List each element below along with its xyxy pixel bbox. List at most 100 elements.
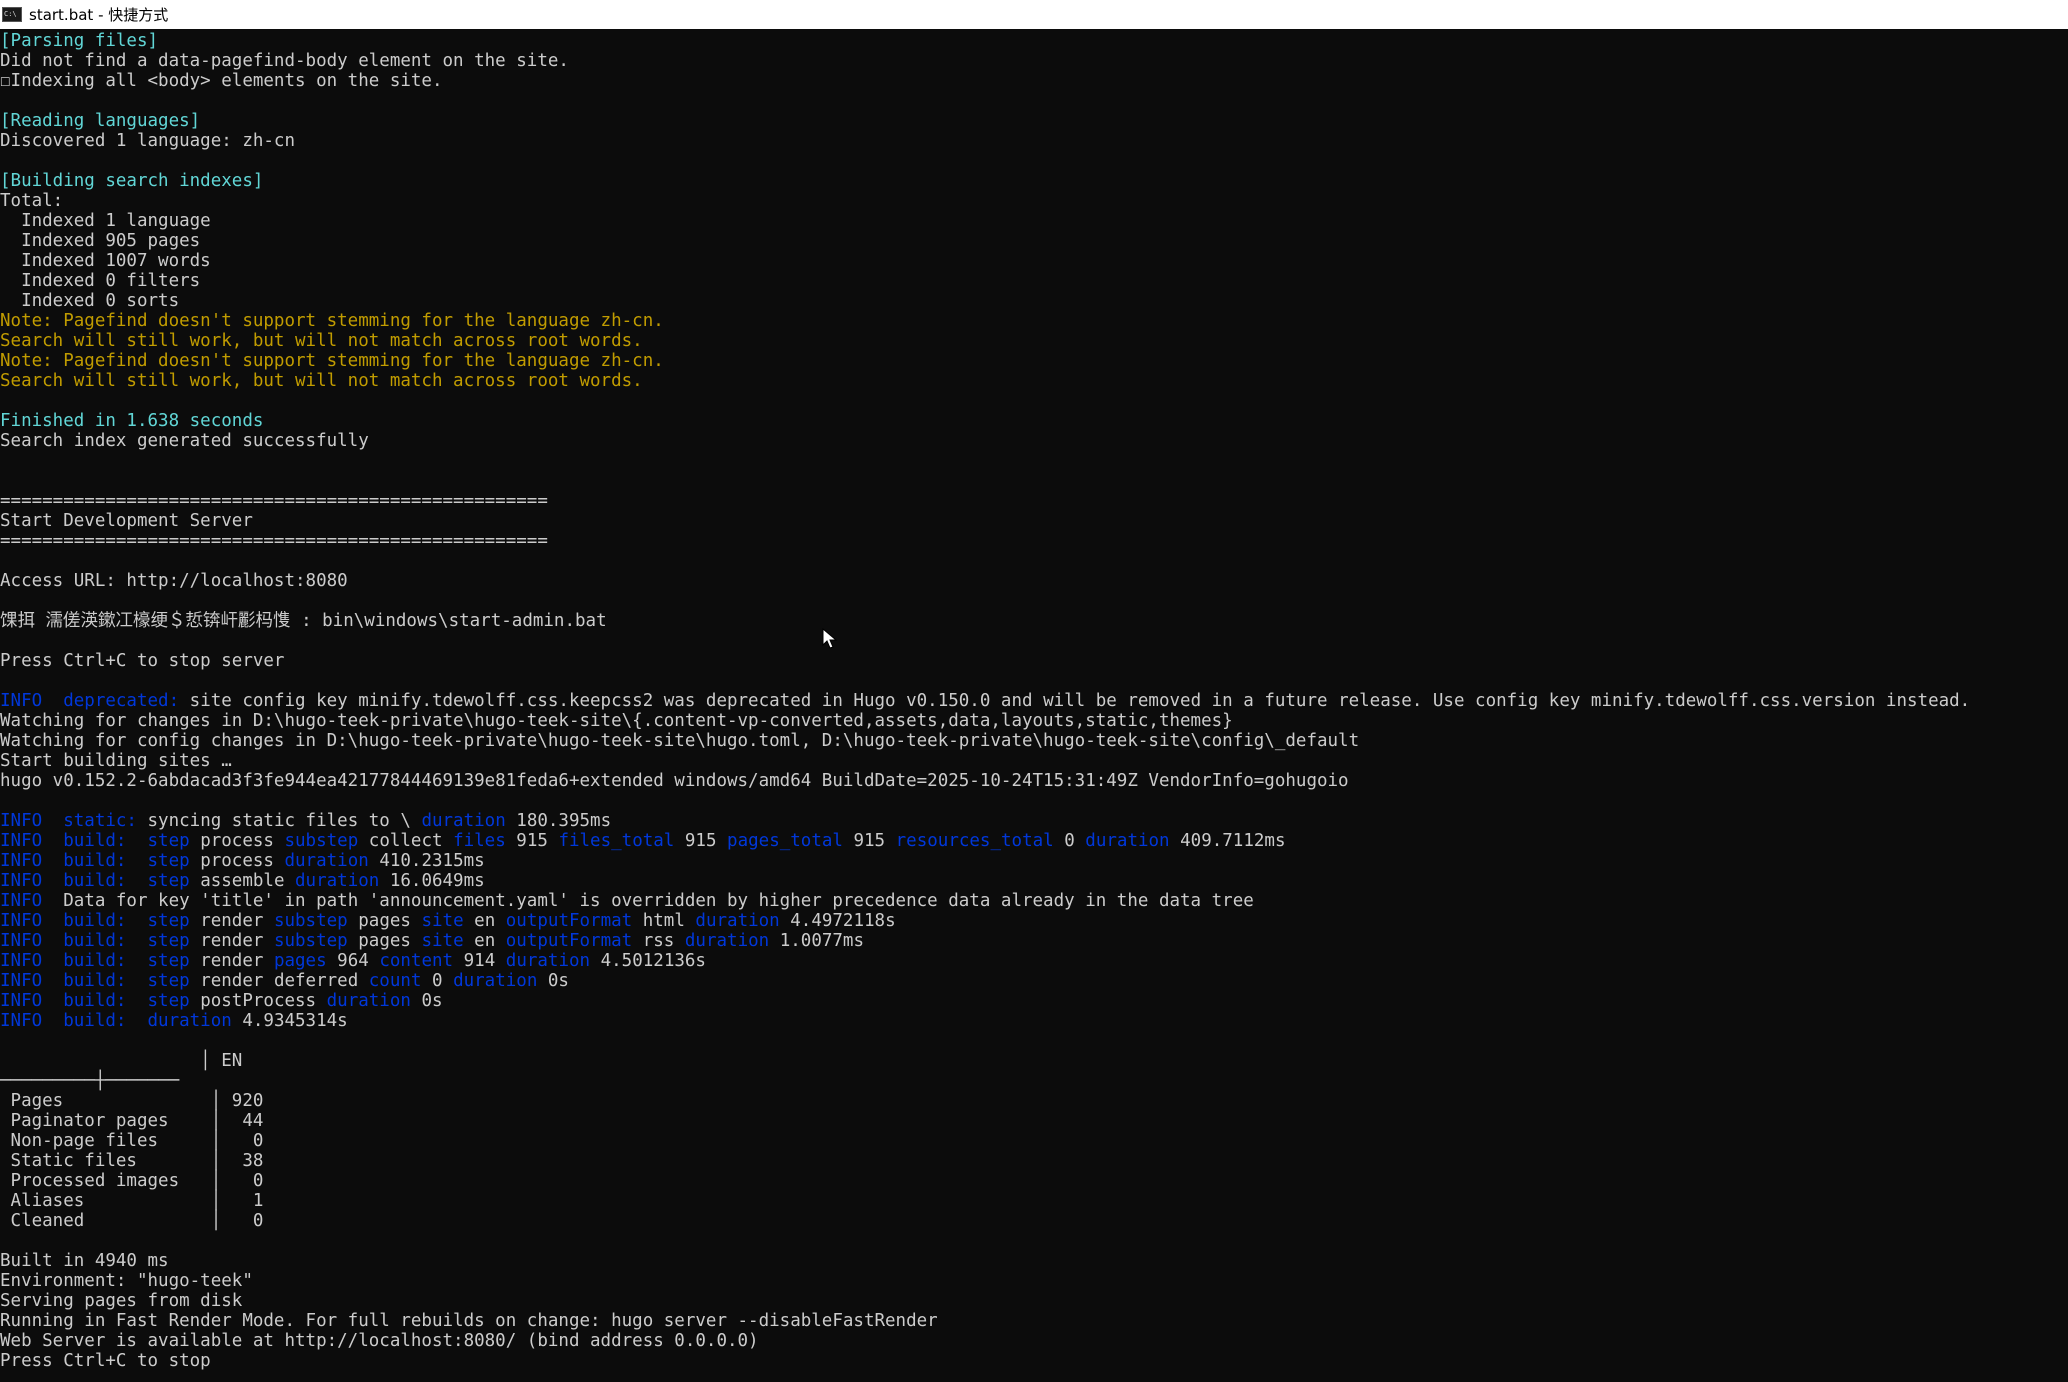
terminal-text: [Building search indexes] bbox=[0, 171, 264, 191]
terminal-text: ========================================… bbox=[0, 491, 548, 511]
terminal-text: 4.5012136s bbox=[600, 951, 706, 971]
terminal-text: deprecated: bbox=[63, 691, 190, 711]
terminal-line: INFO build: step render pages 964 conten… bbox=[0, 951, 2068, 971]
terminal-text: Search will still work, but will not mat… bbox=[0, 331, 643, 351]
terminal-text: Environment: "hugo-teek" bbox=[0, 1271, 253, 1291]
mouse-cursor-icon bbox=[822, 628, 838, 649]
terminal-line: Aliases │ 1 bbox=[0, 1191, 2068, 1211]
terminal-text: 964 bbox=[337, 951, 380, 971]
terminal-line: Total: bbox=[0, 191, 2068, 211]
terminal-text: Access URL: http://localhost:8080 bbox=[0, 571, 348, 591]
terminal-line: INFO build: step postProcess duration 0s bbox=[0, 991, 2068, 1011]
terminal-text: 915 bbox=[516, 831, 559, 851]
terminal-line: ========================================… bbox=[0, 531, 2068, 551]
terminal-text: build: step bbox=[63, 931, 201, 951]
terminal-text: outputFormat bbox=[505, 911, 643, 931]
terminal-text: 馃挕 濡傞渶鏉冮檺绠＄悊锛屽彲杩愯 : bin\windows\start-ad… bbox=[0, 611, 607, 631]
terminal-line: Note: Pagefind doesn't support stemming … bbox=[0, 311, 2068, 331]
terminal-text: build: step bbox=[63, 951, 201, 971]
terminal-line: Press Ctrl+C to stop server bbox=[0, 651, 2068, 671]
terminal-line: Indexed 0 sorts bbox=[0, 291, 2068, 311]
terminal-text: postProcess bbox=[200, 991, 327, 1011]
terminal-text: en bbox=[474, 931, 506, 951]
terminal-line: Indexed 1007 words bbox=[0, 251, 2068, 271]
terminal-text: site config key minify.tdewolff.css.keep… bbox=[189, 691, 1971, 711]
terminal-text: en bbox=[474, 911, 506, 931]
terminal-output[interactable]: [Parsing files] Did not find a data-pagef… bbox=[0, 31, 2068, 1382]
terminal-text: INFO bbox=[0, 1011, 64, 1031]
terminal-line: Finished in 1.638 seconds bbox=[0, 411, 2068, 431]
terminal-text: Did not find a data-pagefind-body elemen… bbox=[0, 51, 569, 71]
terminal-text: Indexed 1007 words bbox=[0, 251, 211, 271]
terminal-line: Cleaned │ 0 bbox=[0, 1211, 2068, 1231]
terminal-text: duration bbox=[284, 851, 380, 871]
terminal-text: count bbox=[368, 971, 432, 991]
terminal-line: Watching for changes in D:\hugo-teek-pri… bbox=[0, 711, 2068, 731]
terminal-text: render bbox=[200, 931, 274, 951]
terminal-text: pages_total bbox=[727, 831, 854, 851]
terminal-text: pages bbox=[358, 931, 422, 951]
terminal-line: INFO build: step render substep pages si… bbox=[0, 931, 2068, 951]
terminal-line: Indexed 1 language bbox=[0, 211, 2068, 231]
terminal-text: collect bbox=[368, 831, 454, 851]
terminal-text: build: step bbox=[63, 991, 201, 1011]
terminal-text: site bbox=[421, 931, 475, 951]
terminal-text: 180.395ms bbox=[516, 811, 612, 831]
terminal-text: build: step bbox=[63, 871, 201, 891]
terminal-text: INFO bbox=[0, 871, 64, 891]
terminal-text: Non-page files │ 0 bbox=[0, 1131, 264, 1151]
terminal-text: Static files │ 38 bbox=[0, 1151, 264, 1171]
terminal-text: Press Ctrl+C to stop server bbox=[0, 651, 285, 671]
terminal-line: INFO build: step render deferred count 0… bbox=[0, 971, 2068, 991]
window-titlebar[interactable]: C:\ start.bat - 快捷方式 bbox=[0, 0, 2068, 29]
terminal-line: Search will still work, but will not mat… bbox=[0, 371, 2068, 391]
terminal-line: Environment: "hugo-teek" bbox=[0, 1271, 2068, 1291]
terminal-text: INFO bbox=[0, 891, 64, 911]
terminal-text: substep bbox=[284, 831, 369, 851]
terminal-text: render deferred bbox=[200, 971, 369, 991]
terminal-text: Total: bbox=[0, 191, 64, 211]
terminal-text: ─────────┼─────── bbox=[0, 1071, 180, 1091]
terminal-text: Watching for config changes in D:\hugo-t… bbox=[0, 731, 1360, 751]
terminal-text: │ EN bbox=[0, 1051, 243, 1071]
terminal-line: Watching for config changes in D:\hugo-t… bbox=[0, 731, 2068, 751]
terminal-text: build: step bbox=[63, 831, 201, 851]
terminal-text: Note: Pagefind doesn't support stemming … bbox=[0, 311, 664, 331]
terminal-line: INFO build: step assemble duration 16.06… bbox=[0, 871, 2068, 891]
terminal-text: files_total bbox=[558, 831, 685, 851]
terminal-text: [Reading languages] bbox=[0, 111, 201, 131]
terminal-text: substep bbox=[273, 911, 359, 931]
terminal-line: │ EN bbox=[0, 1051, 2068, 1071]
terminal-text: 0 bbox=[431, 971, 454, 991]
terminal-text: duration bbox=[295, 871, 390, 891]
terminal-text: Start Development Server bbox=[0, 511, 253, 531]
cmd-icon: C:\ bbox=[2, 7, 22, 22]
terminal-text: html bbox=[642, 911, 696, 931]
window-title: start.bat - 快捷方式 bbox=[29, 6, 169, 24]
terminal-line: Non-page files │ 0 bbox=[0, 1131, 2068, 1151]
terminal-line: Search will still work, but will not mat… bbox=[0, 331, 2068, 351]
terminal-line: 馃挕 濡傞渶鏉冮檺绠＄悊锛屽彲杩愯 : bin\windows\start-ad… bbox=[0, 611, 2068, 631]
terminal-text: render bbox=[200, 951, 274, 971]
terminal-text: 0 bbox=[1064, 831, 1086, 851]
terminal-text: hugo v0.152.2-6abdacad3f3fe944ea42177844… bbox=[0, 771, 1349, 791]
terminal-text: 0s bbox=[421, 991, 443, 1011]
terminal-text: 914 bbox=[463, 951, 506, 971]
terminal-text: duration bbox=[1085, 831, 1181, 851]
terminal-text: INFO bbox=[0, 991, 64, 1011]
terminal-text: Web Server is available at http://localh… bbox=[0, 1331, 759, 1351]
terminal-text: pages bbox=[273, 951, 338, 971]
terminal-text: Paginator pages │ 44 bbox=[0, 1111, 264, 1131]
terminal-text: resources_total bbox=[895, 831, 1065, 851]
terminal-text: static: bbox=[63, 811, 148, 831]
terminal-text: Search index generated successfully bbox=[0, 431, 369, 451]
